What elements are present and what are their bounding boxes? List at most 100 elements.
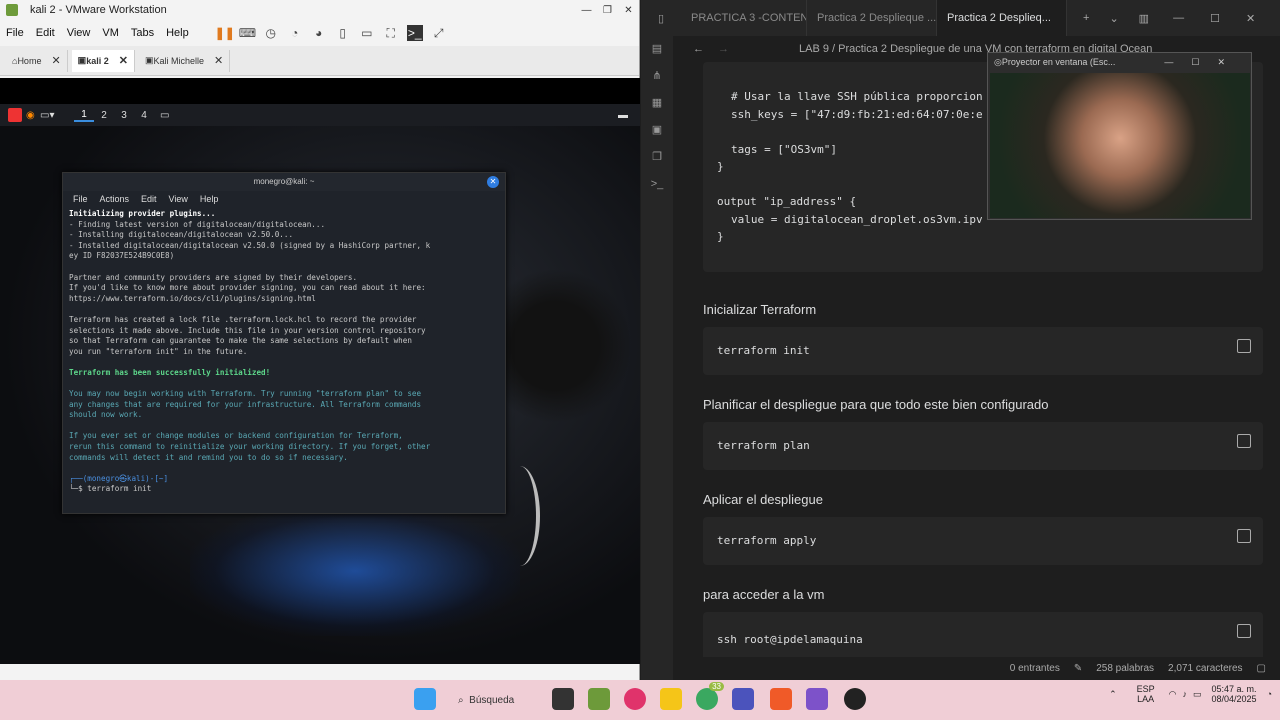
sidebar-icon[interactable]: ▯ [335, 25, 351, 41]
volume-icon[interactable]: ♪ [1183, 689, 1188, 699]
terminal-menu-file[interactable]: File [73, 194, 88, 204]
code-block[interactable]: ssh root@ipdelamaquina [703, 612, 1263, 657]
kali-menu-icon[interactable] [8, 108, 22, 122]
projector-icon: ◎ [994, 56, 1002, 67]
tab-home[interactable]: ⌂ Home ✕ [6, 49, 68, 72]
vmware-taskbar-icon[interactable] [588, 688, 610, 710]
tab-kali-2[interactable]: ▣ kali 2 ✕ [71, 49, 135, 72]
workspace-1[interactable]: 1 [74, 109, 94, 122]
menu-vm[interactable]: VM [102, 27, 119, 39]
tab-practica-2b[interactable]: Practica 2 Desplieq... [937, 0, 1067, 36]
split-icon[interactable]: ▥ [1139, 12, 1149, 25]
edit-icon[interactable]: ✎ [1074, 663, 1082, 674]
code-text: ssh root@ipdelamaquina [717, 633, 863, 646]
copy-icon[interactable]: ❐ [641, 144, 673, 171]
stretch-icon[interactable]: ⤢ [431, 25, 447, 41]
menu-edit[interactable]: Edit [36, 27, 55, 39]
menu-tabs[interactable]: Tabs [131, 27, 154, 39]
chevron-down-icon[interactable]: ⌄ [1109, 12, 1118, 25]
teams-icon[interactable] [732, 688, 754, 710]
chevron-up-icon[interactable]: ⌃ [1109, 689, 1117, 700]
close-button[interactable]: ✕ [618, 5, 639, 16]
obsidian-taskbar-icon[interactable] [844, 688, 866, 710]
send-keys-icon[interactable]: ⌨ [239, 25, 256, 41]
terminal-menu-actions[interactable]: Actions [100, 194, 130, 204]
workspace-2[interactable]: 2 [94, 110, 114, 121]
clock[interactable]: 05:47 a. m. 08/04/2025 [1212, 684, 1257, 704]
tab-practica-2a[interactable]: Practica 2 Desplieque ... [807, 0, 937, 36]
close-icon[interactable]: ✕ [487, 176, 499, 188]
terminal-line: you run "terraform init" in the future. [69, 346, 248, 356]
firefox-icon[interactable]: ◉ [26, 110, 40, 121]
manage-snapshots-icon[interactable]: ◕ [311, 25, 327, 41]
copy-icon[interactable] [1237, 624, 1251, 638]
grid-icon[interactable]: ▦ [641, 90, 673, 117]
app-icon-8[interactable] [806, 688, 828, 710]
forward-icon[interactable]: → [718, 43, 729, 55]
sidebar-toggle-icon[interactable]: ▯ [641, 12, 681, 25]
terminal-window[interactable]: monegro@kali: ~ ✕ File Actions Edit View… [62, 172, 506, 514]
calendar-icon[interactable]: ▣ [641, 117, 673, 144]
minimize-button[interactable]: — [1173, 12, 1184, 24]
close-button[interactable]: ✕ [1246, 12, 1255, 25]
battery-icon[interactable]: ▭ [1193, 689, 1202, 700]
app-icon-3[interactable] [624, 688, 646, 710]
menu-help[interactable]: Help [166, 27, 189, 39]
date: 08/04/2025 [1211, 694, 1257, 704]
copy-icon[interactable] [1237, 339, 1251, 353]
revert-snapshot-icon[interactable]: ◔ [287, 25, 303, 41]
close-tab-icon[interactable]: ✕ [214, 54, 223, 67]
pause-icon[interactable]: ❚❚ [215, 25, 235, 41]
brave-icon[interactable] [770, 688, 792, 710]
start-icon[interactable] [414, 688, 436, 710]
backlinks-count[interactable]: 0 entrantes [1010, 663, 1060, 674]
terminal-menu-edit[interactable]: Edit [141, 194, 157, 204]
projector-window[interactable]: ◎ Proyector en ventana (Esc... —☐✕ [987, 52, 1252, 220]
terminal-menu-help[interactable]: Help [200, 194, 219, 204]
menu-file[interactable]: File [6, 27, 24, 39]
new-tab-icon[interactable]: + [1083, 12, 1089, 24]
thumbnail-icon[interactable]: ▭ [359, 25, 375, 41]
fullscreen-icon[interactable]: ⛶ [383, 25, 399, 41]
minimize-button[interactable]: — [576, 5, 597, 16]
whatsapp-icon[interactable]: 33 [696, 682, 724, 710]
file-icon[interactable]: ▤ [641, 36, 673, 63]
window-controls[interactable]: —☐✕ [1164, 57, 1243, 68]
menu-view[interactable]: View [67, 27, 91, 39]
workspace-4[interactable]: 4 [134, 110, 154, 121]
restore-button[interactable]: ❐ [597, 5, 618, 16]
tab-practica-3[interactable]: PRACTICA 3 -CONTEN... [681, 0, 807, 36]
maximize-button[interactable]: ☐ [1210, 12, 1220, 25]
terminal-line: so that Terraform can guarantee to make … [69, 336, 412, 346]
workspace-3[interactable]: 3 [114, 110, 134, 121]
tab-label: kali 2 [86, 55, 109, 66]
chat-icon[interactable]: ▢ [1257, 663, 1266, 674]
terminal-task-icon[interactable]: ▭ [160, 110, 180, 121]
terminal-icon[interactable]: >_ [641, 171, 673, 198]
search-box[interactable]: ⌕ Búsqueda [458, 688, 548, 712]
language-indicator[interactable]: ESP LAA [1137, 684, 1155, 704]
code-block[interactable]: terraform apply [703, 517, 1263, 565]
copy-icon[interactable] [1237, 434, 1251, 448]
terminal-output[interactable]: Initializing provider plugins... - Findin… [63, 207, 505, 497]
notifications-icon[interactable]: ◔ [1267, 689, 1272, 699]
terminal-launcher-icon[interactable]: ▭▾ [40, 110, 58, 121]
back-icon[interactable]: ← [693, 43, 704, 55]
code-block[interactable]: terraform plan [703, 422, 1263, 470]
folder-icon[interactable] [660, 688, 682, 710]
terminal-line: Initializing provider plugins... [69, 209, 216, 218]
graph-icon[interactable]: ⋔ [641, 63, 673, 90]
snapshot-icon[interactable]: ◷ [263, 25, 279, 41]
console-icon[interactable]: >_ [406, 25, 423, 41]
close-tab-icon[interactable]: ✕ [119, 54, 128, 67]
wifi-icon[interactable]: ◠ [1169, 689, 1177, 700]
screen-icon[interactable]: ▬ [618, 110, 628, 121]
code-block[interactable]: terraform init [703, 327, 1263, 375]
tab-kali-michelle[interactable]: ▣ Kali Michelle ✕ [139, 49, 231, 72]
notification-badge: 33 [709, 682, 724, 691]
copy-icon[interactable] [1237, 529, 1251, 543]
terminal-menu-view[interactable]: View [169, 194, 188, 204]
close-tab-icon[interactable]: ✕ [51, 54, 60, 67]
terminal-line: should now work. [69, 410, 143, 420]
app-icon-1[interactable] [552, 688, 574, 710]
